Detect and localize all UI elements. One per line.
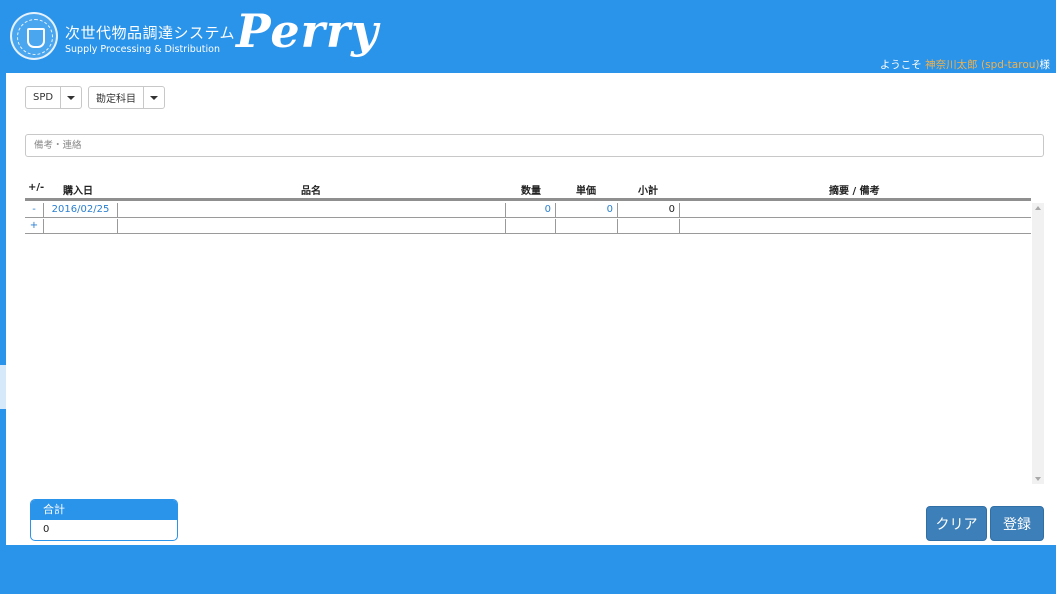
table-row: - 2016/02/25 0 0 0 <box>25 203 1031 218</box>
brand-logo: Perry <box>236 4 379 58</box>
left-accent-gap <box>0 365 6 409</box>
user-name: 神奈川太郎 <box>925 59 978 71</box>
add-row-button[interactable]: + <box>25 219 44 233</box>
department-dropdown-caret-icon[interactable] <box>61 87 81 108</box>
system-subtitle: Supply Processing & Distribution <box>65 44 220 55</box>
col-header-date: 購入日 <box>63 186 93 197</box>
col-header-quantity: 数量 <box>521 186 541 197</box>
welcome-prefix: ようこそ <box>879 59 922 71</box>
subtotal-cell <box>618 219 680 233</box>
quantity-cell[interactable] <box>506 219 556 233</box>
scroll-down-icon[interactable] <box>1035 477 1041 481</box>
app-header: 次世代物品調達システム Supply Processing & Distribu… <box>0 0 1056 73</box>
item-name-cell[interactable] <box>118 203 506 217</box>
user-id: (spd-tarou) <box>981 59 1040 71</box>
col-header-plus-minus: +/- <box>28 182 45 193</box>
col-header-item-name: 品名 <box>301 186 321 197</box>
welcome-suffix: 様 <box>1039 59 1051 71</box>
col-header-note: 摘要 / 備考 <box>829 186 880 197</box>
date-cell[interactable] <box>44 219 118 233</box>
table-scrollbar[interactable] <box>1032 203 1044 484</box>
register-button[interactable]: 登録 <box>990 506 1044 541</box>
app-footer <box>0 545 1056 594</box>
memo-input[interactable] <box>25 134 1044 157</box>
total-box: 合計 0 <box>30 499 178 541</box>
clear-button[interactable]: クリア <box>926 506 987 541</box>
remove-row-button[interactable]: - <box>25 203 44 217</box>
subtotal-cell: 0 <box>618 203 680 217</box>
item-name-cell[interactable] <box>118 219 506 233</box>
note-cell[interactable] <box>680 203 1031 217</box>
table-row: + <box>25 219 1031 234</box>
left-accent-bar <box>0 73 6 545</box>
unit-price-cell[interactable]: 0 <box>556 203 618 217</box>
department-dropdown-label[interactable]: SPD <box>26 87 62 108</box>
note-cell[interactable] <box>680 219 1031 233</box>
account-dropdown-caret-icon[interactable] <box>144 87 164 108</box>
scroll-up-icon[interactable] <box>1035 206 1041 210</box>
col-header-subtotal: 小計 <box>638 186 658 197</box>
welcome-message: ようこそ 神奈川太郎 (spd-tarou)様 <box>880 57 1050 72</box>
unit-price-cell[interactable] <box>556 219 618 233</box>
col-header-unit-price: 単価 <box>576 186 596 197</box>
emblem-logo-icon <box>10 12 58 60</box>
quantity-cell[interactable]: 0 <box>506 203 556 217</box>
system-title: 次世代物品調達システム <box>65 24 236 42</box>
account-dropdown[interactable]: 勘定科目 <box>88 86 165 109</box>
header-divider <box>25 198 1031 201</box>
total-value: 0 <box>43 524 50 535</box>
department-dropdown[interactable]: SPD <box>25 86 83 109</box>
date-cell[interactable]: 2016/02/25 <box>44 203 118 217</box>
total-label: 合計 <box>31 500 177 520</box>
account-dropdown-label[interactable]: 勘定科目 <box>89 87 144 108</box>
